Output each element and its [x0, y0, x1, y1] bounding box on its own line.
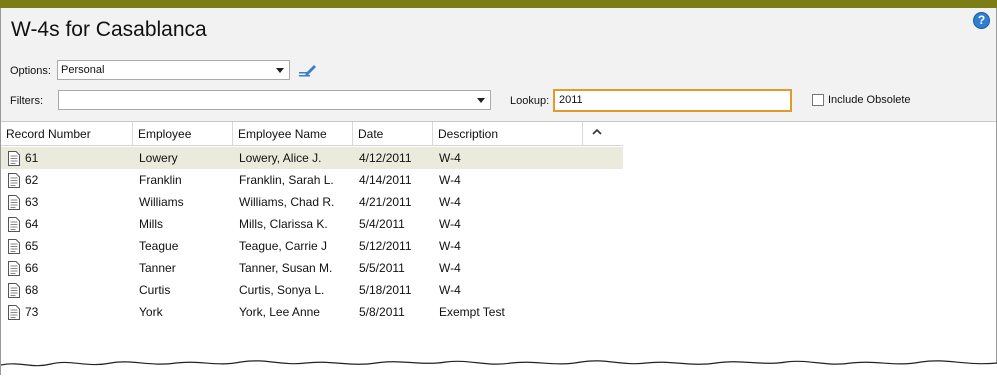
table-row[interactable]: 63 Williams Williams, Chad R. 4/21/2011 W-4	[1, 191, 623, 213]
document-icon	[8, 239, 20, 254]
table-row[interactable]: 64 Mills Mills, Clarissa K. 5/4/2011 W-4	[1, 213, 623, 235]
include-obsolete-checkbox[interactable]	[812, 94, 824, 106]
cell-date: 4/14/2011	[359, 173, 412, 187]
lookup-label: Lookup:	[510, 95, 550, 107]
cell-record: 73	[25, 305, 39, 319]
cell-description: W-4	[439, 239, 461, 253]
cell-description: W-4	[439, 151, 461, 165]
document-icon	[8, 305, 20, 320]
help-icon[interactable]: ?	[973, 12, 990, 29]
document-icon	[8, 173, 20, 188]
chevron-down-icon	[477, 98, 485, 103]
cell-description: W-4	[439, 261, 461, 275]
cell-record: 68	[25, 283, 39, 297]
table-row[interactable]: 68 Curtis Curtis, Sonya L. 5/18/2011 W-4	[1, 279, 623, 301]
filters-dropdown[interactable]	[58, 90, 491, 110]
records-grid: Record Number Employee Employee Name Dat…	[1, 121, 996, 375]
cell-date: 4/12/2011	[359, 151, 412, 165]
cell-name: Lowery, Alice J.	[239, 151, 322, 165]
torn-edge	[1, 360, 997, 383]
cell-date: 4/21/2011	[359, 195, 412, 209]
cell-employee: Mills	[139, 217, 163, 231]
cell-name: Curtis, Sonya L.	[239, 283, 325, 297]
cell-date: 5/18/2011	[359, 283, 412, 297]
cell-name: Teague, Carrie J	[239, 239, 328, 253]
chevron-up-icon	[592, 128, 602, 135]
cell-record: 62	[25, 173, 39, 187]
column-sort-toggle[interactable]	[583, 122, 623, 146]
cell-description: W-4	[439, 283, 461, 297]
cell-description: W-4	[439, 173, 461, 187]
table-row[interactable]: 62 Franklin Franklin, Sarah L. 4/14/2011 W-4	[1, 169, 623, 191]
window-frame: ? W-4s for Casablanca Options: Personal …	[0, 8, 997, 383]
grid-header: Record Number Employee Employee Name Dat…	[1, 122, 623, 146]
table-row[interactable]: 73 York York, Lee Anne 5/8/2011 Exempt Test	[1, 301, 623, 323]
cell-date: 5/5/2011	[359, 261, 405, 275]
cell-description: W-4	[439, 217, 461, 231]
options-dropdown-value: Personal	[61, 64, 105, 76]
cell-name: Franklin, Sarah L.	[239, 173, 334, 187]
cell-name: York, Lee Anne	[239, 305, 320, 319]
cell-employee: Tanner	[139, 261, 176, 275]
cell-employee: Lowery	[139, 151, 178, 165]
document-icon	[8, 151, 20, 166]
cell-record: 65	[25, 239, 39, 253]
document-icon	[8, 283, 20, 298]
column-header-description[interactable]: Description	[433, 122, 583, 146]
include-obsolete-label: Include Obsolete	[828, 94, 911, 106]
cell-employee: York	[139, 305, 163, 319]
cell-employee: Franklin	[139, 173, 182, 187]
table-row[interactable]: 61 Lowery Lowery, Alice J. 4/12/2011 W-4	[1, 147, 623, 169]
column-header-employee-name[interactable]: Employee Name	[233, 122, 353, 146]
cell-date: 5/8/2011	[359, 305, 405, 319]
column-header-employee[interactable]: Employee	[133, 122, 233, 146]
cell-name: Williams, Chad R.	[239, 195, 335, 209]
cell-employee: Curtis	[139, 283, 171, 297]
table-row[interactable]: 65 Teague Teague, Carrie J 5/12/2011 W-4	[1, 235, 623, 257]
cell-record: 64	[25, 217, 39, 231]
cell-employee: Teague	[139, 239, 179, 253]
filters-label: Filters:	[10, 95, 43, 107]
cell-name: Mills, Clarissa K.	[239, 217, 328, 231]
cell-description: Exempt Test	[439, 305, 505, 319]
page-title: W-4s for Casablanca	[11, 18, 207, 41]
cell-date: 5/12/2011	[359, 239, 412, 253]
lookup-input[interactable]: 2011	[553, 89, 792, 112]
document-icon	[8, 261, 20, 276]
column-header-record-number[interactable]: Record Number	[1, 122, 133, 146]
options-dropdown[interactable]: Personal	[57, 60, 290, 80]
cell-description: W-4	[439, 195, 461, 209]
cell-date: 5/4/2011	[359, 217, 405, 231]
cell-record: 63	[25, 195, 39, 209]
document-icon	[8, 195, 20, 210]
cell-employee: Williams	[139, 195, 184, 209]
window-accent-bar	[0, 0, 997, 8]
document-icon	[8, 217, 20, 232]
options-label: Options:	[10, 65, 51, 77]
table-row[interactable]: 66 Tanner Tanner, Susan M. 5/5/2011 W-4	[1, 257, 623, 279]
edit-options-icon[interactable]	[298, 62, 318, 78]
chevron-down-icon	[276, 68, 284, 73]
cell-record: 66	[25, 261, 39, 275]
column-header-date[interactable]: Date	[353, 122, 433, 146]
cell-record: 61	[25, 151, 39, 165]
cell-name: Tanner, Susan M.	[239, 261, 333, 275]
